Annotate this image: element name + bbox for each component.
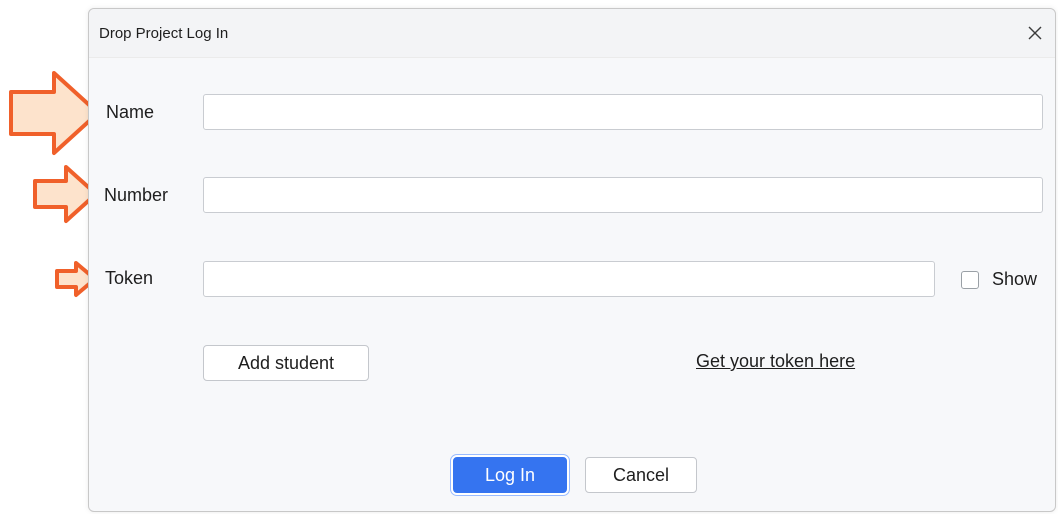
- token-label: Token: [105, 268, 154, 288]
- login-button[interactable]: Log In: [453, 457, 567, 493]
- number-input[interactable]: [203, 177, 1043, 213]
- dialog-titlebar: Drop Project Log In: [89, 9, 1055, 58]
- add-student-button[interactable]: Add student: [203, 345, 369, 381]
- screenshot-stage: Drop Project Log In Name Number Token Sh…: [0, 0, 1058, 514]
- name-label: Name: [106, 102, 155, 122]
- show-token-label: Show: [992, 269, 1038, 289]
- number-label: Number: [104, 185, 169, 205]
- dialog-title: Drop Project Log In: [99, 25, 229, 42]
- name-input[interactable]: [203, 94, 1043, 130]
- token-input[interactable]: [203, 261, 935, 297]
- get-token-link[interactable]: Get your token here: [696, 351, 855, 372]
- close-button[interactable]: [1021, 19, 1049, 47]
- login-dialog: Drop Project Log In Name Number Token Sh…: [88, 8, 1056, 512]
- close-icon: [1028, 26, 1042, 40]
- show-token-checkbox[interactable]: [961, 271, 979, 289]
- cancel-button[interactable]: Cancel: [585, 457, 697, 493]
